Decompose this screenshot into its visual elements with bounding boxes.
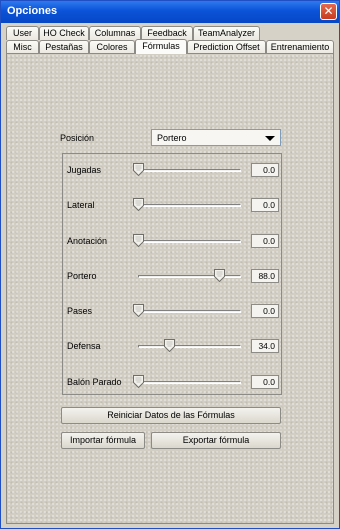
tab-user[interactable]: User xyxy=(6,26,39,40)
tab-ho-check[interactable]: HO Check xyxy=(39,26,89,40)
window-title: Opciones xyxy=(7,5,58,17)
import-formula-button[interactable]: Importar fórmula xyxy=(61,432,145,449)
tab-teamanalyzer[interactable]: TeamAnalyzer xyxy=(193,26,260,40)
tab-prediction-offset[interactable]: Prediction Offset xyxy=(187,40,266,54)
slider-value: 34.0 xyxy=(251,339,279,353)
slider-label: Anotación xyxy=(67,236,108,246)
slider-track[interactable] xyxy=(138,240,241,243)
formula-weights-group: Jugadas 0.0 Lateral 0.0 Anotación 0.0 Portero 8… xyxy=(62,153,282,395)
slider-track[interactable] xyxy=(138,381,241,384)
slider-thumb-icon[interactable] xyxy=(133,163,144,177)
position-select-value: Portero xyxy=(157,133,187,143)
slider-track[interactable] xyxy=(138,204,241,207)
slider-row: Jugadas 0.0 xyxy=(63,160,281,180)
slider-label: Jugadas xyxy=(67,165,102,175)
close-icon[interactable]: ✕ xyxy=(320,3,337,20)
slider-value: 0.0 xyxy=(251,375,279,389)
slider-thumb-icon[interactable] xyxy=(213,269,225,283)
slider-track[interactable] xyxy=(138,345,241,348)
tab-entrenamiento[interactable]: Entrenamiento xyxy=(266,40,334,54)
slider-thumb-icon[interactable] xyxy=(164,339,176,353)
title-bar[interactable]: Opciones ✕ xyxy=(1,1,339,23)
slider-label: Portero xyxy=(67,271,97,281)
slider-label: Pases xyxy=(67,306,93,316)
slider-value: 0.0 xyxy=(251,304,279,318)
tab-columnas[interactable]: Columnas xyxy=(89,26,141,40)
slider-row: Lateral 0.0 xyxy=(63,195,281,215)
slider-label: Lateral xyxy=(67,200,95,210)
slider-thumb-icon[interactable] xyxy=(133,234,144,248)
tab-feedback[interactable]: Feedback xyxy=(141,26,193,40)
tab-formulas[interactable]: Fórmulas xyxy=(135,39,187,54)
export-formula-button[interactable]: Exportar fórmula xyxy=(151,432,281,449)
position-select[interactable]: Portero xyxy=(151,129,281,146)
tab-pestanas[interactable]: Pestañas xyxy=(39,40,89,54)
slider-row: Defensa 34.0 xyxy=(63,336,281,356)
position-label: Posición xyxy=(60,133,95,143)
slider-row: Anotación 0.0 xyxy=(63,231,281,251)
slider-thumb-icon[interactable] xyxy=(133,375,144,389)
slider-track[interactable] xyxy=(138,275,241,278)
slider-row: Pases 0.0 xyxy=(63,301,281,321)
slider-value: 0.0 xyxy=(251,234,279,248)
options-window: Opciones ✕ User HO Check Columnas Feedba… xyxy=(0,0,340,529)
slider-row: Balón Parado 0.0 xyxy=(63,372,281,392)
tab-misc[interactable]: Misc xyxy=(6,40,39,54)
chevron-down-icon[interactable] xyxy=(265,136,275,141)
slider-thumb-icon[interactable] xyxy=(133,304,144,318)
slider-value: 88.0 xyxy=(251,269,279,283)
slider-value: 0.0 xyxy=(251,163,279,177)
tab-colores[interactable]: Colores xyxy=(89,40,135,54)
slider-track[interactable] xyxy=(138,310,241,313)
slider-label: Balón Parado xyxy=(67,377,122,387)
slider-row: Portero 88.0 xyxy=(63,266,281,286)
formulas-panel: Posición Portero Jugadas 0.0 Lateral 0.0 Ano… xyxy=(6,53,334,524)
slider-track[interactable] xyxy=(138,169,241,172)
slider-thumb-icon[interactable] xyxy=(133,198,144,212)
slider-label: Defensa xyxy=(67,341,101,351)
reset-formulas-button[interactable]: Reiniciar Datos de las Fórmulas xyxy=(61,407,281,424)
slider-value: 0.0 xyxy=(251,198,279,212)
